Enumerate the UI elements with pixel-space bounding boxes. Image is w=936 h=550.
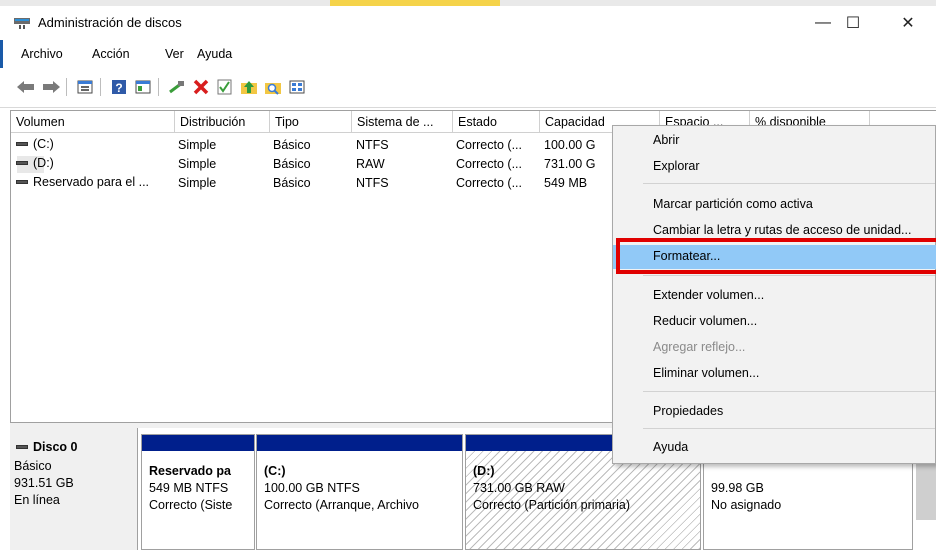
menu-separator xyxy=(643,183,935,184)
menu-item-reducir[interactable]: Reducir volumen... xyxy=(613,310,936,334)
table-row[interactable]: (D:) xyxy=(16,156,54,170)
close-button[interactable]: ✕ xyxy=(885,6,931,40)
forward-arrow-icon[interactable] xyxy=(40,77,62,97)
cell-fs: NTFS xyxy=(356,138,389,152)
menu-separator xyxy=(643,428,935,429)
cell-capacity: 100.00 G xyxy=(544,138,596,152)
connect-icon[interactable] xyxy=(166,77,188,97)
partition-band xyxy=(142,435,254,451)
menu-item-explorar[interactable]: Explorar xyxy=(613,155,936,179)
disk-state: En línea xyxy=(14,493,60,507)
cell-type: Básico xyxy=(273,176,311,190)
disk-management-app-icon xyxy=(14,16,31,30)
partition-status: Correcto (Arranque, Archivo xyxy=(264,498,419,512)
back-arrow-icon[interactable] xyxy=(15,77,37,97)
cell-capacity: 731.00 G xyxy=(544,157,596,171)
disk-list-icon[interactable] xyxy=(74,77,96,97)
partition-name: (C:) xyxy=(264,464,286,478)
menu-item-propiedades[interactable]: Propiedades xyxy=(613,400,936,424)
menu-ver[interactable]: Ver xyxy=(165,47,184,61)
partition-detail: 100.00 GB NTFS xyxy=(264,481,360,495)
cell-status: Correcto (... xyxy=(456,176,522,190)
disk-size: 931.51 GB xyxy=(14,476,74,490)
disk-info-panel[interactable]: Disco 0 Básico 931.51 GB En línea xyxy=(10,428,138,550)
partition-status: Correcto (Partición primaria) xyxy=(473,498,630,512)
properties-icon[interactable] xyxy=(132,77,154,97)
partition-status: Correcto (Siste xyxy=(149,498,233,512)
cell-volume: (D:) xyxy=(33,156,54,170)
menu-item-extender[interactable]: Extender volumen... xyxy=(613,284,936,308)
menu-item-agregar-reflejo: Agregar reflejo... xyxy=(653,340,746,354)
menu-separator xyxy=(643,391,935,392)
column-header-volumen[interactable]: Volumen xyxy=(11,111,175,133)
svg-text:?: ? xyxy=(115,81,122,95)
partition-detail: 99.98 GB xyxy=(711,481,764,495)
menu-bar: Archivo Acción Ver Ayuda xyxy=(0,42,936,66)
partition-reserved[interactable]: Reservado pa 549 MB NTFS Correcto (Siste xyxy=(141,434,255,550)
table-row[interactable]: Reservado para el ... xyxy=(16,175,149,189)
column-header-distribucion[interactable]: Distribución xyxy=(175,111,270,133)
menu-item-eliminar[interactable]: Eliminar volumen... xyxy=(613,362,936,386)
cell-type: Básico xyxy=(273,157,311,171)
column-header-estado[interactable]: Estado xyxy=(453,111,540,133)
search-folder-icon[interactable] xyxy=(262,77,284,97)
drive-icon xyxy=(16,179,28,184)
delete-icon[interactable] xyxy=(190,77,212,97)
cell-fs: RAW xyxy=(356,157,385,171)
partition-c[interactable]: (C:) 100.00 GB NTFS Correcto (Arranque, … xyxy=(256,434,463,550)
context-menu: Abrir Explorar Marcar partición como act… xyxy=(612,125,936,464)
window-title: Administración de discos xyxy=(38,15,182,30)
cell-capacity: 549 MB xyxy=(544,176,588,190)
cell-status: Correcto (... xyxy=(456,138,522,152)
check-icon[interactable] xyxy=(214,77,236,97)
column-header-sistema[interactable]: Sistema de ... xyxy=(352,111,453,133)
partition-detail: 549 MB NTFS xyxy=(149,481,229,495)
partition-status: No asignado xyxy=(711,498,782,512)
callout-highlight-box xyxy=(616,238,936,274)
cell-volume: (C:) xyxy=(33,137,54,151)
partition-name: Reservado pa xyxy=(149,464,231,478)
view-icon[interactable] xyxy=(286,77,308,97)
partition-detail: 731.00 GB RAW xyxy=(473,481,565,495)
help-icon[interactable]: ? xyxy=(108,77,130,97)
cell-volume: Reservado para el ... xyxy=(33,175,150,189)
disk-icon xyxy=(16,444,28,449)
toolbar: ? xyxy=(0,68,936,108)
menu-item-marcar-activa[interactable]: Marcar partición como activa xyxy=(613,193,936,217)
menu-separator xyxy=(643,275,935,276)
partition-band xyxy=(257,435,462,451)
up-folder-icon[interactable] xyxy=(238,77,260,97)
cell-type: Básico xyxy=(273,138,311,152)
table-row[interactable]: (C:) xyxy=(16,137,54,151)
disk-name: Disco 0 xyxy=(33,440,78,454)
drive-icon xyxy=(16,141,28,146)
menu-archivo[interactable]: Archivo xyxy=(21,47,63,61)
maximize-button[interactable]: ☐ xyxy=(830,6,876,40)
cell-fs: NTFS xyxy=(356,176,389,190)
toolbar-separator xyxy=(158,78,159,96)
menu-item-ayuda[interactable]: Ayuda xyxy=(613,436,936,460)
partition-name: (D:) xyxy=(473,464,495,478)
cell-layout: Simple xyxy=(178,138,217,152)
toolbar-separator xyxy=(100,78,101,96)
menu-accion[interactable]: Acción xyxy=(92,47,130,61)
menu-ayuda[interactable]: Ayuda xyxy=(197,47,232,61)
column-header-tipo[interactable]: Tipo xyxy=(270,111,352,133)
toolbar-separator xyxy=(66,78,67,96)
menu-item-abrir[interactable]: Abrir xyxy=(613,129,936,153)
cell-status: Correcto (... xyxy=(456,157,522,171)
disk-kind: Básico xyxy=(14,459,52,473)
cell-layout: Simple xyxy=(178,176,217,190)
cell-layout: Simple xyxy=(178,157,217,171)
drive-icon xyxy=(16,160,28,165)
